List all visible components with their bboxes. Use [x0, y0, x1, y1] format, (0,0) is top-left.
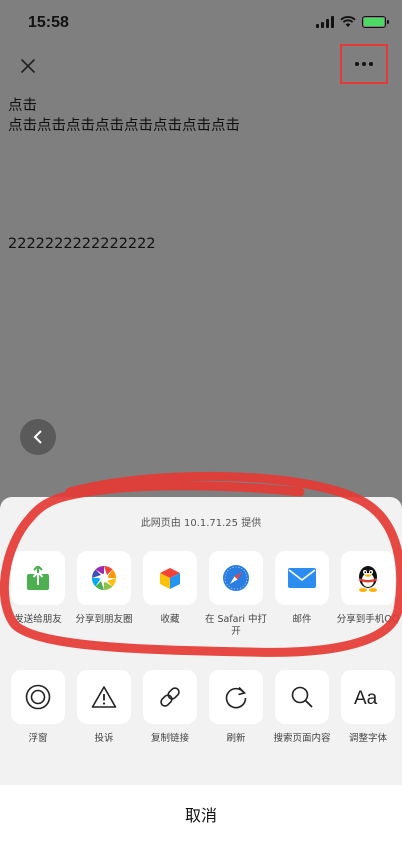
action-refresh[interactable]: 刷新	[206, 670, 266, 745]
action-favorite[interactable]: 收藏	[140, 551, 200, 626]
status-icons	[316, 16, 389, 28]
share-row: 发送给朋友 分享到朋友圈 收藏 在 Safari 中打开 邮件 分享到手机QQ	[0, 551, 402, 641]
warning-icon	[91, 686, 117, 708]
provider-text: 此网页由 10.1.71.25 提供	[140, 518, 262, 529]
action-label: 刷新	[226, 733, 246, 744]
action-label: 收藏	[160, 614, 180, 625]
safari-compass-icon	[223, 565, 249, 591]
action-label: 投诉	[94, 733, 114, 744]
action-label: 调整字体	[348, 733, 387, 744]
status-time: 15:58	[28, 14, 69, 31]
action-floating-window[interactable]: 浮窗	[8, 670, 68, 745]
action-sheet: 此网页由 10.1.71.25 提供 发送给朋友 分享到朋友圈 收藏 在 Saf…	[0, 497, 402, 843]
floating-window-icon	[25, 684, 51, 710]
action-search-page[interactable]: 搜索页面内容	[272, 670, 332, 745]
action-label: 搜索页面内容	[273, 733, 331, 744]
svg-text:Aa: Aa	[354, 688, 378, 708]
link-icon	[160, 687, 180, 707]
cancel-button[interactable]: 取消	[0, 785, 402, 843]
action-label: 发送给朋友	[14, 614, 62, 625]
wifi-icon	[340, 16, 356, 27]
tools-row: 浮窗 投诉 复制链接 刷新 搜索页面内容 Aa 调整字体	[0, 670, 402, 760]
action-mail[interactable]: 邮件	[272, 551, 332, 626]
chevron-left-icon	[33, 430, 42, 444]
moments-icon	[91, 565, 117, 591]
action-label: 邮件	[292, 614, 312, 625]
battery-charging-icon	[362, 16, 389, 28]
mail-icon	[288, 568, 316, 588]
ellipsis-icon	[355, 62, 373, 66]
status-bar: 15:58	[0, 0, 402, 44]
action-share-moments[interactable]: 分享到朋友圈	[74, 551, 134, 626]
action-font-size[interactable]: Aa 调整字体	[338, 670, 398, 745]
close-button[interactable]	[14, 52, 42, 80]
page-content: 点击 点击点击点击点击点击点击点击点击 2222222222222222	[8, 96, 398, 254]
action-share-qq[interactable]: 分享到手机QQ	[336, 551, 400, 626]
more-button[interactable]	[340, 44, 388, 84]
refresh-icon	[225, 686, 247, 709]
action-label: 分享到朋友圈	[75, 614, 133, 625]
cellular-signal-icon	[316, 16, 334, 28]
action-copy-link[interactable]: 复制链接	[140, 670, 200, 745]
search-icon	[291, 686, 313, 708]
floating-back-button[interactable]	[20, 419, 56, 455]
content-line-2: 点击点击点击点击点击点击点击点击	[8, 118, 240, 134]
action-send-to-friend[interactable]: 发送给朋友	[8, 551, 68, 626]
nav-bar	[0, 44, 402, 88]
action-label: 浮窗	[28, 733, 48, 744]
font-size-icon: Aa	[354, 688, 378, 708]
favorite-cube-icon	[160, 568, 180, 589]
share-to-friend-icon	[27, 566, 49, 590]
content-line-1: 点击	[8, 98, 37, 114]
action-label: 在 Safari 中打开	[204, 614, 268, 637]
qq-penguin-icon	[359, 566, 377, 592]
action-label: 复制链接	[150, 733, 189, 744]
close-icon	[20, 58, 36, 74]
action-open-in-safari[interactable]: 在 Safari 中打开	[204, 551, 268, 638]
action-report[interactable]: 投诉	[74, 670, 134, 745]
content-line-3: 2222222222222222	[8, 236, 156, 252]
action-label: 分享到手机QQ	[336, 614, 400, 625]
